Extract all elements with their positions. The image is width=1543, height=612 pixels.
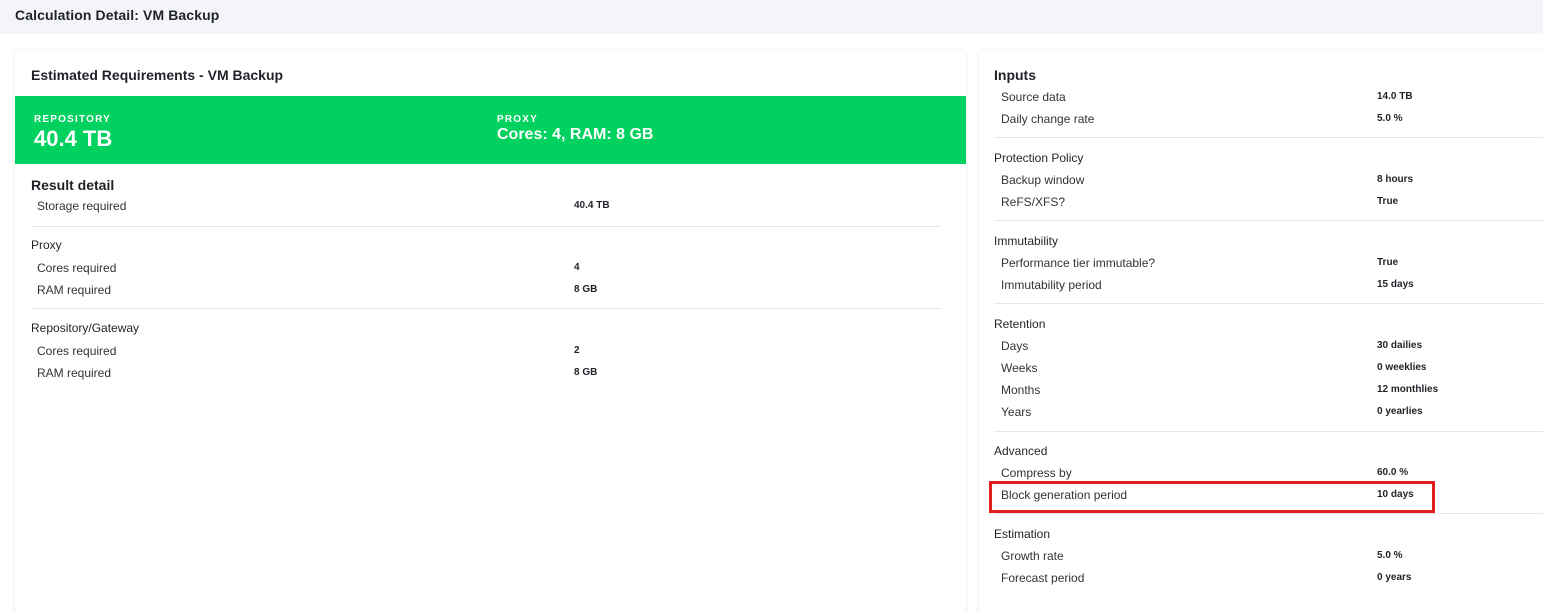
card-title: Estimated Requirements - VM Backup: [31, 67, 284, 83]
divider: [994, 513, 1543, 514]
detail-row-repo-cores: Cores required 2: [31, 341, 941, 363]
input-label: Daily change rate: [1001, 112, 1095, 126]
detail-row-proxy-ram: RAM required 8 GB: [31, 280, 941, 302]
storage-section: Storage required 40.4 TB: [31, 196, 941, 218]
page-header: Calculation Detail: VM Backup: [0, 0, 1543, 34]
detail-value: 4: [574, 262, 580, 273]
input-row-immutability-period: Immutability period 15 days: [994, 275, 1543, 297]
proxy-label: PROXY: [497, 114, 539, 125]
section-label-retention: Retention: [994, 317, 1046, 331]
detail-label: RAM required: [37, 283, 112, 297]
input-label: Backup window: [1001, 173, 1085, 187]
inputs-section: Source data 14.0 TB Daily change rate 5.…: [994, 87, 1543, 131]
detail-value: 8 GB: [574, 367, 598, 378]
input-value: 10 days: [1377, 489, 1414, 500]
input-row-refs-xfs: ReFS/XFS? True: [994, 192, 1543, 214]
input-row-block-generation-period: Block generation period 10 days: [994, 485, 1543, 507]
proxy-section: Proxy Cores required 4 RAM required 8 GB: [31, 238, 941, 302]
divider: [994, 431, 1543, 432]
repository-gateway-section: Repository/Gateway Cores required 2 RAM …: [31, 321, 941, 385]
inputs-card: Inputs Source data 14.0 TB Daily change …: [979, 51, 1543, 612]
input-value: 8 hours: [1377, 174, 1414, 185]
protection-policy-section: Protection Policy Backup window 8 hours …: [994, 150, 1543, 214]
detail-row-proxy-cores: Cores required 4: [31, 258, 941, 280]
input-value: 0 years: [1377, 572, 1412, 583]
input-label: Immutability period: [1001, 278, 1102, 292]
detail-label: Cores required: [37, 261, 117, 275]
input-value: 14.0 TB: [1377, 91, 1413, 102]
section-label-protection-policy: Protection Policy: [994, 151, 1084, 165]
input-row-forecast-period: Forecast period 0 years: [994, 568, 1543, 590]
input-label: Forecast period: [1001, 571, 1085, 585]
input-label: Source data: [1001, 90, 1066, 104]
input-value: 15 days: [1377, 279, 1414, 290]
input-row-backup-window: Backup window 8 hours: [994, 170, 1543, 192]
summary-banner: REPOSITORY 40.4 TB PROXY Cores: 4, RAM: …: [15, 96, 966, 164]
input-value: 0 yearlies: [1377, 406, 1423, 417]
input-value: 12 monthlies: [1377, 384, 1439, 395]
repository-value: 40.4 TB: [34, 126, 113, 151]
input-value: True: [1377, 257, 1399, 268]
detail-value: 8 GB: [574, 284, 598, 295]
input-row-source-data: Source data 14.0 TB: [994, 87, 1543, 109]
input-value: 30 dailies: [1377, 340, 1423, 351]
detail-label: Cores required: [37, 344, 117, 358]
retention-section: Retention Days 30 dailies Weeks 0 weekli…: [994, 316, 1543, 424]
input-row-months: Months 12 monthlies: [994, 380, 1543, 402]
section-label-immutability: Immutability: [994, 234, 1059, 248]
divider: [994, 303, 1543, 304]
detail-row-repo-ram: RAM required 8 GB: [31, 363, 941, 385]
estimated-requirements-card: Estimated Requirements - VM Backup REPOS…: [15, 51, 966, 612]
input-value: 0 weeklies: [1377, 362, 1427, 373]
page-title: Calculation Detail: VM Backup: [15, 7, 220, 23]
inputs-title: Inputs: [994, 67, 1036, 83]
detail-row-storage: Storage required 40.4 TB: [31, 196, 941, 218]
immutability-section: Immutability Performance tier immutable?…: [994, 233, 1543, 297]
divider: [31, 226, 941, 227]
proxy-summary: PROXY Cores: 4, RAM: 8 GB: [497, 114, 653, 144]
divider: [994, 137, 1543, 138]
proxy-value: Cores: 4, RAM: 8 GB: [497, 126, 654, 143]
input-row-weeks: Weeks 0 weeklies: [994, 358, 1543, 380]
result-detail-title: Result detail: [31, 177, 115, 193]
input-row-daily-change: Daily change rate 5.0 %: [994, 109, 1543, 131]
input-row-compress-by: Compress by 60.0 %: [994, 463, 1543, 485]
input-row-growth-rate: Growth rate 5.0 %: [994, 546, 1543, 568]
input-row-performance-tier-immutable: Performance tier immutable? True: [994, 253, 1543, 275]
group-label-repository-gateway: Repository/Gateway: [31, 321, 140, 335]
input-label: ReFS/XFS?: [1001, 195, 1066, 209]
input-row-days: Days 30 dailies: [994, 336, 1543, 358]
detail-value: 40.4 TB: [574, 200, 610, 211]
input-label: Block generation period: [1001, 488, 1128, 502]
detail-value: 2: [574, 345, 580, 356]
detail-label: Storage required: [37, 199, 127, 213]
input-label: Years: [1001, 405, 1032, 419]
repository-label: REPOSITORY: [34, 114, 112, 125]
input-label: Performance tier immutable?: [1001, 256, 1156, 270]
input-label: Days: [1001, 339, 1029, 353]
repository-summary: REPOSITORY 40.4 TB: [34, 114, 112, 152]
input-label: Weeks: [1001, 361, 1038, 375]
input-value: True: [1377, 196, 1399, 207]
divider: [994, 220, 1543, 221]
estimation-section: Estimation Growth rate 5.0 % Forecast pe…: [994, 526, 1543, 590]
input-value: 60.0 %: [1377, 467, 1409, 478]
input-label: Growth rate: [1001, 549, 1064, 563]
advanced-section: Advanced Compress by 60.0 % Block genera…: [994, 443, 1543, 507]
group-label-proxy: Proxy: [31, 238, 62, 252]
section-label-advanced: Advanced: [994, 444, 1048, 458]
detail-label: RAM required: [37, 366, 112, 380]
input-row-years: Years 0 yearlies: [994, 402, 1543, 424]
divider: [31, 308, 941, 309]
input-value: 5.0 %: [1377, 550, 1403, 561]
input-label: Compress by: [1001, 466, 1072, 480]
section-label-estimation: Estimation: [994, 527, 1051, 541]
input-value: 5.0 %: [1377, 113, 1403, 124]
input-label: Months: [1001, 383, 1041, 397]
